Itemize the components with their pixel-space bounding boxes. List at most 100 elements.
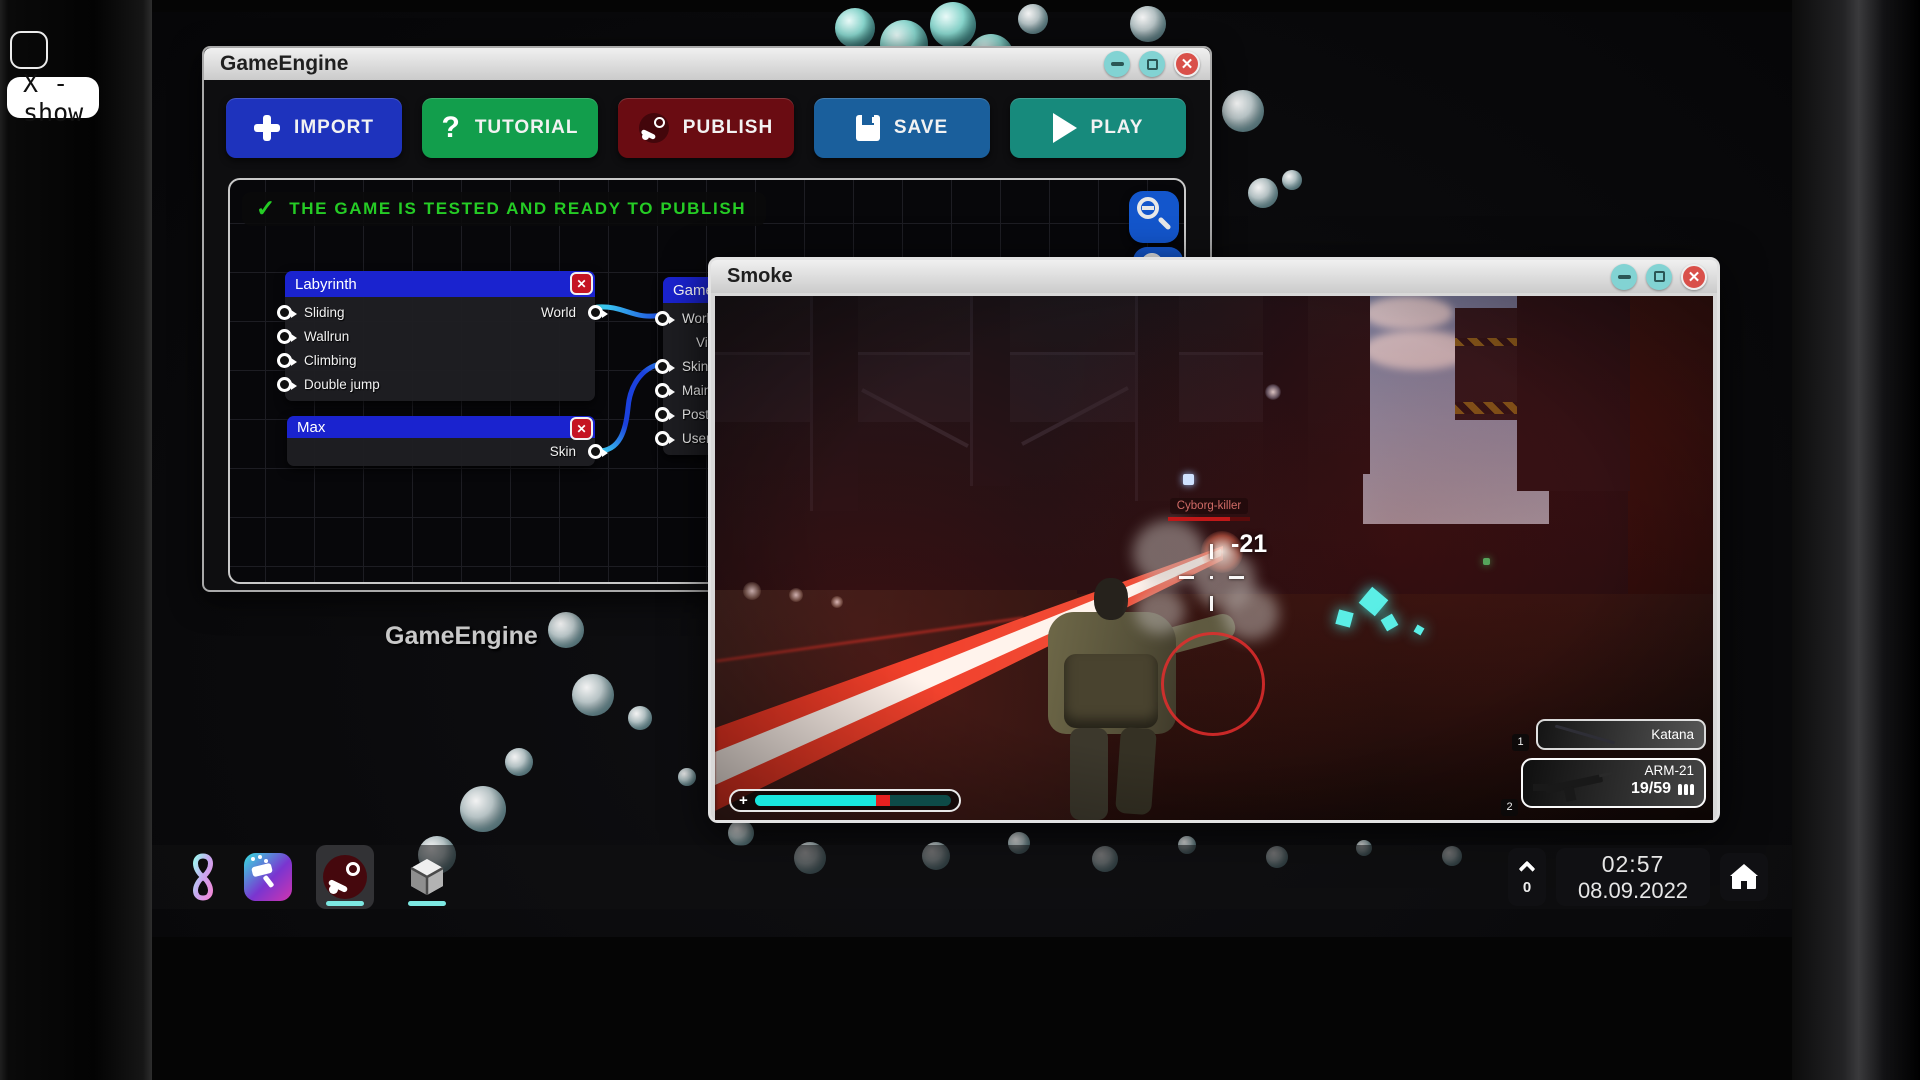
import-button[interactable]: IMPORT	[226, 98, 402, 158]
weapon-slot-number: 1	[1512, 734, 1529, 751]
node-max-header[interactable]: Max ✕	[287, 416, 595, 438]
output-label: Skin	[550, 444, 576, 459]
minimize-button[interactable]	[1611, 264, 1637, 290]
running-indicator	[326, 901, 364, 906]
plus-icon	[254, 115, 280, 141]
home-button[interactable]	[1720, 853, 1768, 901]
clock-time: 02:57	[1602, 851, 1665, 878]
rifle-magazine	[1564, 786, 1577, 802]
minimize-icon	[1618, 275, 1631, 279]
close-button[interactable]: ✕	[1174, 51, 1200, 77]
node-body: Skin	[287, 438, 595, 466]
health-bar: +	[729, 789, 961, 812]
input-label: Wallrun	[304, 329, 349, 344]
gameengine-toolbar: IMPORT ? TUTORIAL PUBLISH SAVE PLAY	[226, 98, 1186, 158]
keybind-key-box	[10, 31, 48, 69]
node-labyrinth-header[interactable]: Labyrinth ✕	[285, 271, 595, 297]
minimize-button[interactable]	[1104, 51, 1130, 77]
game-screenshot: Cyborg-killer -21 + Katana 1	[715, 296, 1713, 820]
close-icon: ✕	[576, 422, 586, 436]
publish-button[interactable]: PUBLISH	[618, 98, 794, 158]
play-label: PLAY	[1091, 117, 1144, 139]
node-max[interactable]: Max ✕ Skin	[287, 416, 595, 466]
taskbar-app-paint[interactable]	[244, 853, 292, 901]
rifle-icon	[1533, 766, 1619, 802]
weapon-name: Katana	[1616, 727, 1704, 742]
input-pin-icon[interactable]	[655, 359, 670, 374]
desktop-icon-label[interactable]: GameEngine	[385, 622, 538, 651]
output-label: World	[541, 305, 576, 320]
input-label: Double jump	[304, 377, 380, 392]
taskbar-app-hourglass[interactable]	[186, 845, 220, 909]
clock-widget[interactable]: 02:57 08.09.2022	[1556, 848, 1710, 906]
taskbar: 0 02:57 08.09.2022	[152, 845, 1792, 909]
health-bar-track	[755, 795, 951, 806]
input-label: Main	[682, 383, 711, 398]
rifle-stock	[1533, 784, 1548, 791]
input-pin-icon[interactable]	[655, 407, 670, 422]
notification-count: 0	[1523, 879, 1531, 896]
gameengine-window-title: GameEngine	[220, 52, 1104, 76]
node-input-row: Climbing	[285, 348, 595, 372]
node-delete-button[interactable]: ✕	[570, 417, 593, 440]
input-pin-icon[interactable]	[277, 377, 292, 392]
play-button[interactable]: PLAY	[1010, 98, 1186, 158]
save-button[interactable]: SAVE	[814, 98, 990, 158]
weapon-slot-rifle-selected: ARM-21 19/59	[1521, 758, 1706, 808]
bubble	[1018, 4, 1048, 34]
input-pin-icon[interactable]	[277, 305, 292, 320]
room-edge-left	[0, 0, 152, 1080]
node-input-row: Wallrun	[285, 324, 595, 348]
keybind-hint-pill: X - show	[7, 77, 99, 118]
steam-icon-ring	[346, 862, 360, 876]
paint-roller-handle	[263, 875, 275, 888]
maximize-button[interactable]	[1139, 51, 1165, 77]
node-output-row: World	[541, 300, 595, 324]
ammo-count: 19/59	[1631, 780, 1671, 798]
home-icon	[1732, 875, 1756, 889]
input-pin-icon[interactable]	[655, 431, 670, 446]
node-delete-button[interactable]: ✕	[570, 272, 593, 295]
notifications-button[interactable]: 0	[1508, 848, 1546, 906]
gameengine-titlebar[interactable]: GameEngine ✕	[204, 48, 1210, 80]
node-title: Max	[297, 419, 325, 436]
input-pin-icon[interactable]	[655, 383, 670, 398]
smoke-window-title: Smoke	[727, 265, 1611, 288]
smoke-titlebar[interactable]: Smoke ✕	[711, 260, 1717, 293]
node-body: Sliding Wallrun Climbing Double jump Wor…	[285, 297, 595, 401]
smoke-window: Smoke ✕	[708, 257, 1720, 823]
keybind-hint-label: X - show	[23, 69, 83, 127]
health-plus-icon: +	[739, 793, 748, 808]
steam-icon-ring	[654, 117, 665, 128]
clock-date: 08.09.2022	[1578, 878, 1688, 904]
close-button[interactable]: ✕	[1681, 264, 1707, 290]
question-mark-icon: ?	[441, 113, 460, 143]
weapon-name: ARM-21	[1631, 763, 1694, 778]
hourglass-icon	[186, 851, 220, 903]
bubble	[678, 768, 696, 786]
taskbar-app-unity[interactable]	[398, 845, 456, 909]
publish-label: PUBLISH	[683, 117, 773, 139]
floppy-disk-icon	[856, 115, 880, 141]
room-edge-right	[1792, 0, 1920, 1080]
running-indicator	[408, 901, 446, 906]
play-triangle-icon	[1053, 113, 1077, 143]
desktop-scene: GameEngine GameEngine ✕ IMPORT ? TUTORIA…	[0, 0, 1920, 1080]
close-icon: ✕	[1688, 268, 1701, 286]
input-pin-icon[interactable]	[655, 311, 670, 326]
node-labyrinth[interactable]: Labyrinth ✕ Sliding Wallrun Climbing Dou…	[285, 271, 595, 401]
output-pin-icon[interactable]	[588, 444, 603, 459]
taskbar-app-steam-active[interactable]	[316, 845, 374, 909]
tutorial-button[interactable]: ? TUTORIAL	[422, 98, 598, 158]
weapon-slot-number: 2	[1501, 799, 1518, 816]
steam-icon	[639, 113, 669, 143]
rifle-barrel	[1599, 772, 1613, 778]
close-icon: ✕	[1181, 55, 1194, 73]
input-pin-icon[interactable]	[277, 353, 292, 368]
maximize-button[interactable]	[1646, 264, 1672, 290]
input-label: Skin	[682, 359, 708, 374]
input-pin-icon[interactable]	[277, 329, 292, 344]
minimize-icon	[1111, 62, 1124, 66]
close-icon: ✕	[576, 277, 586, 291]
output-pin-icon[interactable]	[588, 305, 603, 320]
